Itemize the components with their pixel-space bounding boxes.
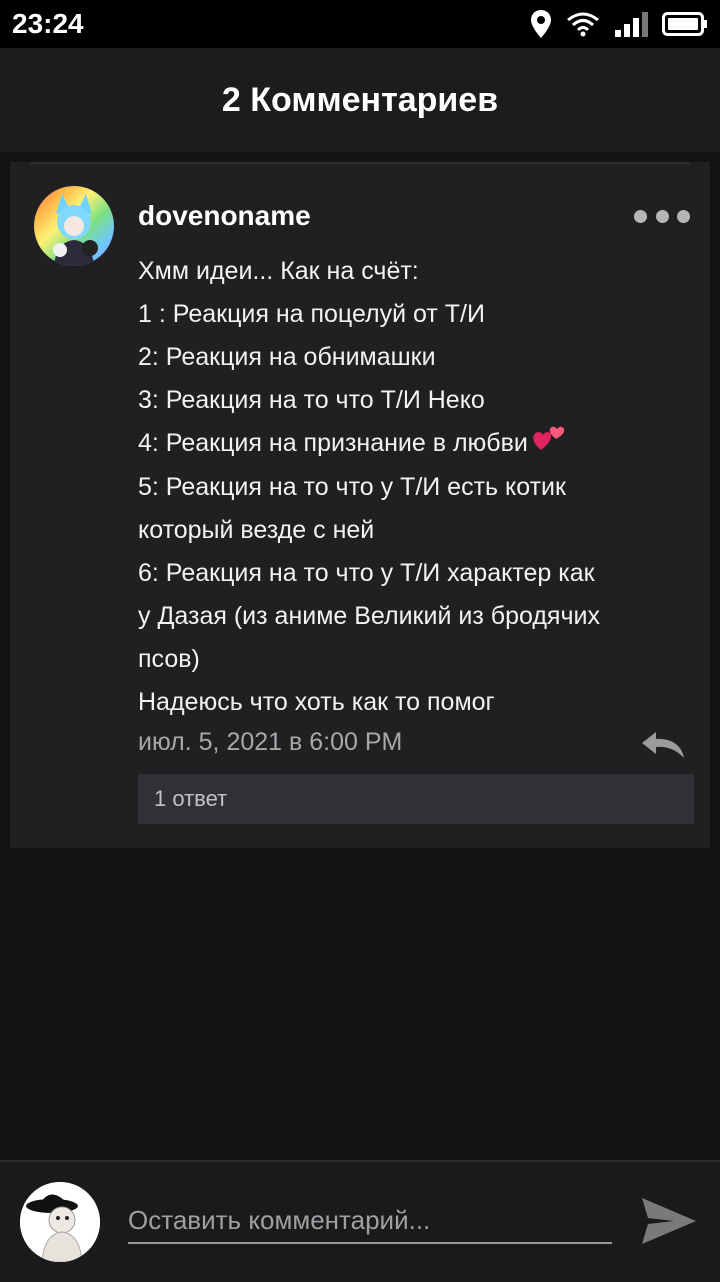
- user-avatar[interactable]: [20, 1182, 100, 1262]
- commenter-avatar[interactable]: [34, 186, 114, 266]
- comment-line: 4: Реакция на признание в любви: [138, 429, 528, 457]
- comment-line: псов): [138, 645, 200, 674]
- comment-line: который везде с ней: [138, 516, 375, 545]
- comment-body: Хмм идеи... Как на счёт: 1 : Реакция на …: [138, 250, 678, 724]
- comment-line: 6: Реакция на то что у Т/И характер как: [138, 559, 595, 588]
- comment-card: dovenoname Хмм идеи... Как на счёт: 1 : …: [10, 162, 710, 848]
- status-time: 23:24: [12, 8, 84, 39]
- comment-line-with-emoji: 4: Реакция на признание в любви: [138, 422, 678, 466]
- more-dot: [655, 209, 669, 223]
- location-icon: [531, 10, 551, 38]
- view-replies-button[interactable]: 1 ответ: [138, 774, 694, 824]
- comment-line: 1 : Реакция на поцелуй от Т/И: [138, 300, 485, 328]
- divider: [30, 162, 690, 164]
- commenter-username[interactable]: dovenoname: [138, 200, 311, 232]
- battery-icon: [662, 12, 707, 36]
- status-icons: [530, 8, 708, 40]
- comment-input[interactable]: [128, 1198, 612, 1244]
- more-dot: [677, 209, 690, 223]
- header: 2 Комментариев: [0, 48, 720, 152]
- comment-line: 2: Реакция на обнимашки: [138, 343, 436, 371]
- comment-line: у Дазая (из аниме Великий из бродячих: [138, 602, 600, 631]
- comment-line: 3: Реакция на то что Т/И Неко: [138, 386, 485, 414]
- page-title: 2 Комментариев: [221, 80, 499, 119]
- wifi-icon: [567, 12, 599, 37]
- signal-icon: [615, 12, 648, 37]
- comment-line: Хмм идеи... Как на счёт:: [138, 257, 419, 285]
- more-dots-icon: [634, 209, 647, 223]
- reply-arrow-icon[interactable]: [640, 728, 686, 760]
- more-options-button[interactable]: [634, 202, 690, 230]
- comment-line: 5: Реакция на то что у Т/И есть котик: [138, 473, 566, 502]
- two-hearts-icon: [532, 422, 566, 466]
- comment-composer: [0, 1160, 720, 1282]
- send-icon[interactable]: [640, 1194, 698, 1248]
- comment-timestamp: июл. 5, 2021 в 6:00 PM: [138, 728, 403, 756]
- status-bar: 23:24: [0, 0, 720, 48]
- comment-line: Надеюсь что хоть как то помог: [138, 688, 495, 717]
- replies-label: 1 ответ: [154, 786, 228, 811]
